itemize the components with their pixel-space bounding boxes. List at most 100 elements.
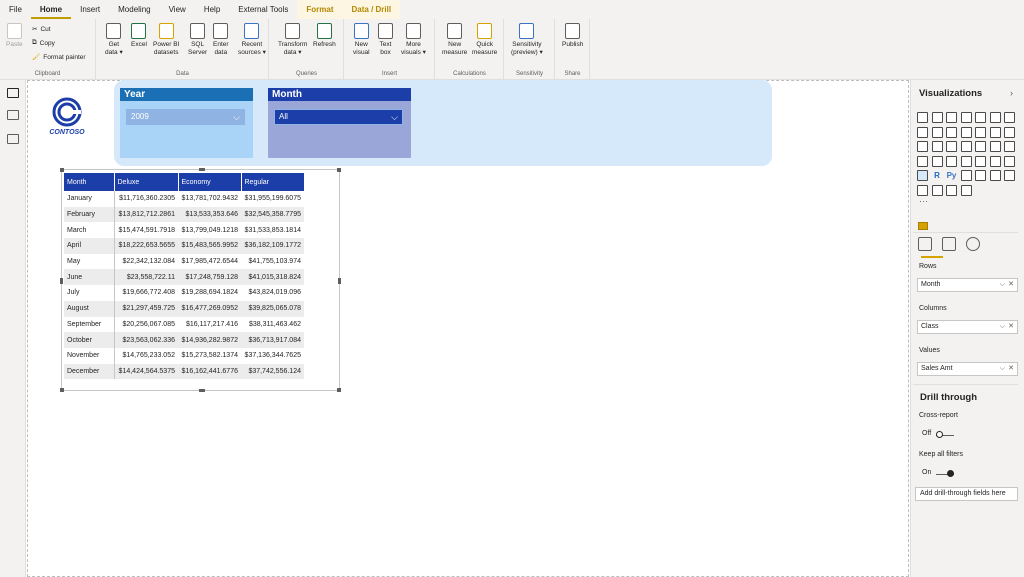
area-chart-icon[interactable] bbox=[917, 126, 928, 138]
rows-field-well[interactable]: Month ⌵ ✕ bbox=[917, 278, 1018, 292]
line-clustered-icon[interactable] bbox=[960, 126, 972, 138]
chevron-down-icon[interactable]: ⌵ bbox=[1000, 279, 1005, 291]
arcgis-icon[interactable] bbox=[960, 184, 972, 196]
decomposition-tree-icon[interactable] bbox=[975, 170, 986, 181]
publish-button[interactable]: Publish bbox=[562, 23, 583, 49]
table-row[interactable]: November $14,765,233.052 $15,273,582.1374 $… bbox=[64, 347, 304, 364]
column-header-month[interactable]: Month bbox=[64, 173, 115, 191]
table-row[interactable]: May $22,342,132.084 $17,985,472.6544 $41,75… bbox=[64, 253, 304, 270]
chevron-down-icon[interactable]: ⌵ bbox=[1000, 321, 1005, 333]
slicer-icon[interactable] bbox=[989, 155, 1001, 167]
table-row[interactable]: August $21,297,459.725 $16,477,269.0952 $39… bbox=[64, 300, 304, 317]
stacked-bar-icon[interactable] bbox=[917, 112, 928, 123]
power-apps-icon[interactable] bbox=[931, 184, 943, 196]
smart-narrative-icon[interactable] bbox=[1004, 170, 1015, 181]
add-drill-through-field-well[interactable]: Add drill-through fields here bbox=[915, 487, 1018, 501]
tab-insert[interactable]: Insert bbox=[71, 0, 109, 19]
close-icon[interactable]: ✕ bbox=[1008, 279, 1014, 291]
table-row[interactable]: February $13,812,712.2861 $13,533,353.646 $… bbox=[64, 206, 304, 223]
tab-home[interactable]: Home bbox=[30, 0, 72, 19]
format-painter-button[interactable]: 🖌 Format painter bbox=[32, 53, 86, 62]
columns-field-well[interactable]: Class ⌵ ✕ bbox=[917, 320, 1018, 334]
text-box-button[interactable]: Text box bbox=[378, 23, 393, 56]
report-view-icon[interactable] bbox=[7, 88, 19, 98]
paste-button[interactable]: Paste bbox=[6, 23, 23, 49]
tab-file[interactable]: File bbox=[0, 0, 31, 19]
table-row[interactable]: June $23,558,722.11 $17,248,759.128 $41,015… bbox=[64, 269, 304, 286]
month-dropdown[interactable]: All ⌵ bbox=[274, 109, 403, 125]
python-visual-icon[interactable]: Py bbox=[946, 170, 957, 181]
matrix-visual[interactable]: Month Deluxe Economy Regular January $11,… bbox=[60, 168, 341, 392]
clustered-column-icon[interactable] bbox=[960, 112, 972, 123]
table-row[interactable]: January $11,716,360.2305 $13,781,702.9432 $… bbox=[64, 191, 304, 207]
table-row[interactable]: December $14,424,564.5375 $16,162,441.6776… bbox=[64, 363, 304, 380]
resize-handle[interactable] bbox=[199, 389, 205, 392]
resize-handle[interactable] bbox=[60, 168, 64, 172]
transform-data-button[interactable]: Transform data ▾ bbox=[278, 23, 307, 56]
sensitivity-button[interactable]: Sensitivity (preview) ▾ bbox=[511, 23, 543, 56]
table-row[interactable]: April $18,222,653.5655 $15,483,565.9952 $36… bbox=[64, 238, 304, 254]
matrix-icon[interactable] bbox=[917, 170, 928, 181]
more-visuals-button[interactable]: More visuals ▾ bbox=[401, 23, 426, 56]
recent-sources-button[interactable]: Recent sources ▾ bbox=[238, 23, 266, 56]
column-header-economy[interactable]: Economy bbox=[178, 173, 242, 191]
column-header-regular[interactable]: Regular bbox=[241, 173, 305, 191]
custom-visual-icon[interactable] bbox=[918, 222, 928, 230]
column-header-deluxe[interactable]: Deluxe bbox=[114, 173, 179, 191]
resize-handle[interactable] bbox=[60, 388, 64, 392]
table-row[interactable]: March $15,474,591.7918 $13,799,049.1218 $31… bbox=[64, 222, 304, 239]
qa-icon[interactable] bbox=[989, 170, 1001, 181]
model-view-icon[interactable] bbox=[7, 134, 19, 144]
analytics-icon[interactable] bbox=[966, 237, 980, 251]
power-automate-icon[interactable] bbox=[946, 184, 957, 196]
stacked-column-icon[interactable] bbox=[931, 112, 943, 123]
tab-external-tools[interactable]: External Tools bbox=[229, 0, 297, 19]
resize-handle[interactable] bbox=[338, 278, 341, 284]
cross-report-toggle[interactable] bbox=[936, 431, 954, 439]
table-row[interactable]: October $23,563,062.336 $14,936,282.9872 $3… bbox=[64, 332, 304, 348]
power-bi-datasets-button[interactable]: Power BI datasets bbox=[153, 23, 179, 56]
fields-well-icon[interactable] bbox=[918, 237, 932, 251]
key-influencers-icon[interactable] bbox=[960, 170, 972, 181]
tab-data-drill[interactable]: Data / Drill bbox=[342, 0, 401, 19]
kpi-icon[interactable] bbox=[975, 155, 986, 167]
resize-handle[interactable] bbox=[337, 168, 341, 172]
card-icon[interactable] bbox=[946, 155, 957, 167]
refresh-button[interactable]: Refresh bbox=[313, 23, 336, 49]
close-icon[interactable]: ✕ bbox=[1008, 321, 1014, 333]
tab-format[interactable]: Format bbox=[297, 0, 343, 19]
paginated-report-icon[interactable] bbox=[917, 184, 928, 196]
tab-help[interactable]: Help bbox=[195, 0, 229, 19]
resize-handle[interactable] bbox=[60, 278, 63, 284]
ribbon-chart-icon[interactable] bbox=[975, 126, 986, 138]
line-chart-icon[interactable] bbox=[1004, 112, 1015, 123]
donut-chart-icon[interactable] bbox=[946, 141, 957, 152]
resize-handle[interactable] bbox=[199, 168, 205, 171]
table-row[interactable]: July $19,666,772.408 $19,288,694.1824 $43,8… bbox=[64, 285, 304, 301]
treemap-icon[interactable] bbox=[960, 141, 972, 152]
get-data-button[interactable]: Get data ▾ bbox=[105, 23, 123, 56]
values-field-well[interactable]: Sales Amt ⌵ ✕ bbox=[917, 362, 1018, 376]
r-visual-icon[interactable]: R bbox=[932, 170, 943, 181]
copy-button[interactable]: ⧉ Copy bbox=[32, 39, 55, 47]
new-measure-button[interactable]: New measure bbox=[442, 23, 467, 56]
azure-map-icon[interactable] bbox=[917, 155, 928, 167]
enter-data-button[interactable]: Enter data bbox=[213, 23, 229, 56]
waterfall-icon[interactable] bbox=[989, 126, 1001, 138]
clustered-bar-icon[interactable] bbox=[946, 112, 957, 123]
stacked-area-icon[interactable] bbox=[931, 126, 943, 138]
100-column-icon[interactable] bbox=[989, 112, 1001, 123]
more-visuals-icon[interactable]: ··· bbox=[919, 196, 928, 206]
sql-server-button[interactable]: SQL Server bbox=[188, 23, 207, 56]
data-view-icon[interactable] bbox=[7, 110, 19, 120]
chevron-down-icon[interactable]: ⌵ bbox=[1000, 363, 1005, 375]
tab-view[interactable]: View bbox=[160, 0, 195, 19]
close-icon[interactable]: ✕ bbox=[1008, 363, 1014, 375]
quick-measure-button[interactable]: Quick measure bbox=[472, 23, 497, 56]
scatter-icon[interactable] bbox=[1004, 126, 1015, 138]
year-dropdown[interactable]: 2009 ⌵ bbox=[126, 109, 245, 125]
cut-button[interactable]: ✂ Cut bbox=[32, 25, 51, 34]
new-visual-button[interactable]: New visual bbox=[353, 23, 370, 56]
line-column-icon[interactable] bbox=[946, 126, 957, 138]
tab-modeling[interactable]: Modeling bbox=[109, 0, 159, 19]
